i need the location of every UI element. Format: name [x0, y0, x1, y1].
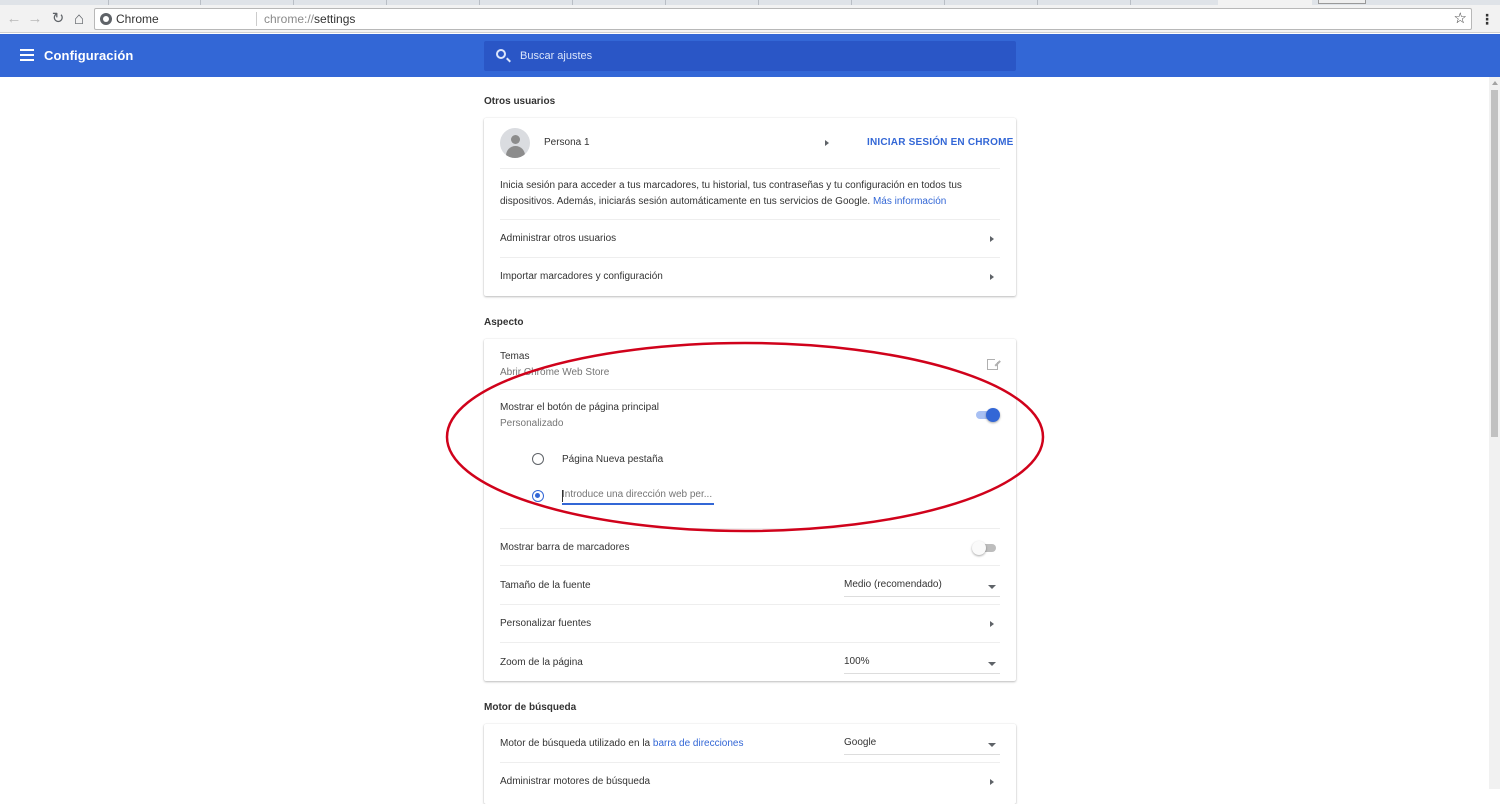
scrollbar-thumb[interactable] [1491, 90, 1498, 437]
radio-custom-url[interactable] [532, 490, 544, 502]
manage-search-engines-row[interactable]: Administrar motores de búsqueda [484, 762, 1016, 800]
sign-in-chrome-button[interactable]: INICIAR SESIÓN EN CHROME [867, 137, 1013, 148]
manage-users-row[interactable]: Administrar otros usuarios [484, 219, 1016, 257]
home-icon[interactable]: ⌂ [69, 9, 89, 29]
url-scheme: chrome:// [264, 12, 315, 26]
radio-new-tab-label: Página Nueva pestaña [562, 454, 664, 465]
search-engine-label-text: Motor de búsqueda utilizado en la [500, 738, 653, 749]
chevron-right-icon [990, 779, 994, 785]
home-button-label: Mostrar el botón de página principal [500, 402, 659, 413]
learn-more-link[interactable]: Más información [873, 196, 946, 207]
section-title-people: Otros usuarios [484, 96, 556, 107]
bookmark-star-icon[interactable]: ☆ [1454, 9, 1467, 27]
url-path: settings [314, 12, 356, 26]
search-icon [496, 49, 506, 59]
reload-icon[interactable]: ↻ [48, 9, 68, 29]
search-settings-input[interactable]: Buscar ajustes [484, 41, 1016, 71]
browser-toolbar: ← → ↻ ⌂ Chrome chrome://settings ☆ ⋮ [0, 5, 1500, 33]
dropdown-arrow-icon [988, 585, 996, 589]
manage-search-engines-label: Administrar motores de búsqueda [500, 776, 651, 787]
font-size-value: Medio (recomendado) [844, 579, 942, 590]
font-size-label: Tamaño de la fuente [500, 580, 591, 591]
divider [500, 528, 1000, 529]
section-title-appearance: Aspecto [484, 317, 524, 328]
search-engine-select[interactable]: Google [844, 735, 1000, 755]
page-scrollbar[interactable] [1489, 77, 1500, 789]
home-button-sublabel: Personalizado [500, 418, 564, 429]
page-zoom-select[interactable]: 100% [844, 654, 1000, 674]
bookmarks-bar-label: Mostrar barra de marcadores [500, 542, 630, 553]
search-engine-card: Motor de búsqueda utilizado en la barra … [484, 724, 1016, 804]
forward-arrow-icon[interactable]: → [25, 9, 45, 29]
customize-fonts-label: Personalizar fuentes [500, 618, 592, 629]
custom-home-url-input[interactable] [562, 487, 714, 505]
themes-sublabel: Abrir Chrome Web Store [500, 367, 610, 378]
import-bookmarks-label: Importar marcadores y configuración [500, 271, 663, 282]
chevron-right-icon [990, 274, 994, 280]
page-title: Configuración [44, 48, 134, 63]
window-control-button[interactable] [1318, 0, 1366, 4]
url-text: chrome://settings [264, 12, 355, 26]
divider [500, 642, 1000, 643]
profile-chevron-icon[interactable] [825, 140, 829, 146]
chevron-right-icon [990, 236, 994, 242]
chrome-menu-icon[interactable]: ⋮ [1480, 11, 1494, 27]
appearance-card: Temas Abrir Chrome Web Store Mostrar el … [484, 339, 1016, 681]
open-external-icon[interactable] [987, 357, 1001, 370]
bookmarks-bar-toggle[interactable] [972, 541, 998, 555]
import-bookmarks-row[interactable]: Importar marcadores y configuración [484, 257, 1016, 295]
chevron-right-icon [990, 621, 994, 627]
search-engine-value: Google [844, 737, 877, 748]
search-engine-label: Motor de búsqueda utilizado en la barra … [500, 738, 744, 749]
scroll-up-arrow-icon[interactable] [1492, 81, 1498, 85]
search-placeholder: Buscar ajustes [520, 50, 593, 62]
font-size-select[interactable]: Medio (recomendado) [844, 577, 1000, 597]
customize-fonts-row[interactable]: Personalizar fuentes [484, 604, 1016, 642]
site-name-chip: Chrome [116, 12, 159, 26]
omnibox-separator [256, 12, 257, 26]
home-button-toggle[interactable] [974, 408, 1000, 422]
profile-avatar-icon [500, 128, 530, 158]
hamburger-menu-icon[interactable] [20, 49, 34, 61]
back-arrow-icon[interactable]: ← [4, 9, 24, 29]
divider [500, 168, 1000, 169]
divider [500, 389, 1000, 390]
address-bar-link[interactable]: barra de direcciones [653, 738, 744, 749]
page-zoom-label: Zoom de la página [500, 657, 583, 668]
page-zoom-value: 100% [844, 656, 870, 667]
text-caret [562, 490, 563, 502]
chrome-page-icon [100, 13, 112, 25]
radio-new-tab-page[interactable] [532, 453, 544, 465]
dropdown-arrow-icon [988, 743, 996, 747]
manage-users-label: Administrar otros usuarios [500, 233, 617, 244]
address-bar[interactable]: Chrome chrome://settings ☆ [94, 8, 1472, 30]
people-card: Persona 1 INICIAR SESIÓN EN CHROME Inici… [484, 118, 1016, 296]
divider [500, 565, 1000, 566]
themes-label: Temas [500, 351, 530, 362]
section-title-search-engine: Motor de búsqueda [484, 702, 577, 713]
profile-name: Persona 1 [544, 137, 590, 148]
settings-header: Configuración Buscar ajustes [0, 34, 1500, 77]
sign-in-description: Inicia sesión para acceder a tus marcado… [500, 178, 990, 210]
dropdown-arrow-icon [988, 662, 996, 666]
